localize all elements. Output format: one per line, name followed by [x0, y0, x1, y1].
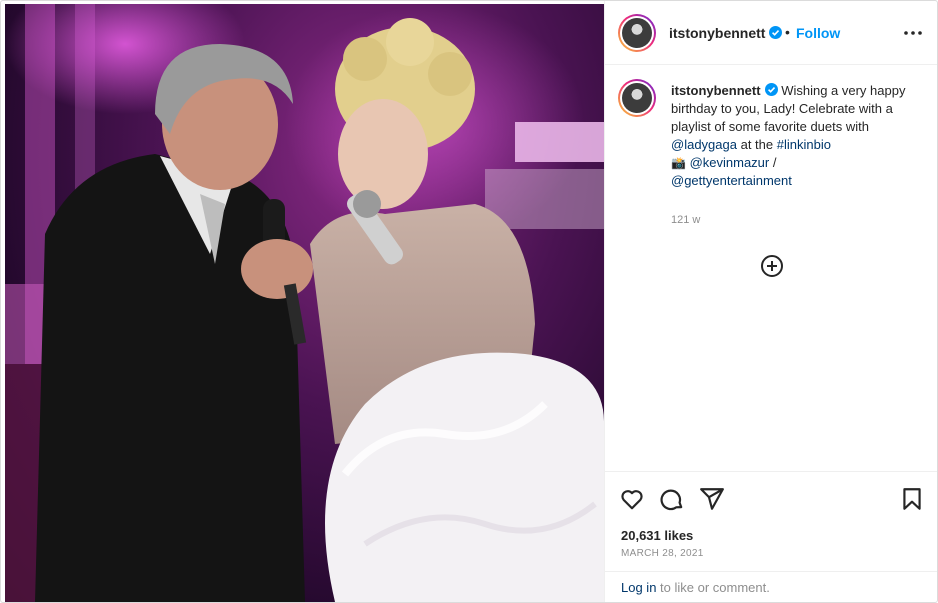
- caption-time-ago[interactable]: 121 w: [671, 214, 700, 226]
- likes-count[interactable]: 20,631 likes: [621, 528, 693, 543]
- login-prompt-text: to like or comment.: [660, 580, 770, 595]
- paper-plane-icon[interactable]: [699, 486, 725, 512]
- bookmark-icon[interactable]: [899, 486, 925, 512]
- more-dots-icon[interactable]: [901, 23, 925, 43]
- caption-text: itstonybennett Wishing a very happy birt…: [671, 82, 916, 190]
- avatar-inner: [620, 16, 654, 50]
- heart-icon[interactable]: [619, 486, 645, 512]
- header-username[interactable]: itstonybennett: [669, 25, 783, 41]
- header-separator: •: [785, 24, 790, 40]
- verified-badge-icon: [769, 26, 783, 39]
- mention-ladygaga[interactable]: @ladygaga: [671, 137, 737, 152]
- avatar[interactable]: [618, 14, 656, 52]
- plus-circle-icon[interactable]: [760, 254, 784, 278]
- hashtag-linkinbio[interactable]: #linkinbio: [777, 137, 831, 152]
- concert-photo-illustration: [5, 4, 604, 602]
- caption-text-part-2: at the: [740, 137, 774, 152]
- post-actions: 20,631 likes MARCH 28, 2021: [605, 471, 937, 571]
- caption-avatar[interactable]: [618, 79, 656, 117]
- caption-username[interactable]: itstonybennett: [671, 83, 761, 98]
- post-side-panel: itstonybennett • Follow itstonybennett W…: [604, 1, 937, 602]
- login-link[interactable]: Log in: [621, 580, 656, 595]
- header-username-text[interactable]: itstonybennett: [669, 25, 765, 41]
- follow-button[interactable]: Follow: [796, 25, 840, 41]
- post-date[interactable]: MARCH 28, 2021: [621, 548, 704, 559]
- mention-gettyentertainment[interactable]: @gettyentertainment: [671, 173, 792, 188]
- mention-kevinmazur[interactable]: @kevinmazur: [690, 155, 770, 170]
- post-photo[interactable]: [5, 4, 604, 602]
- caption-avatar-image: [622, 83, 652, 113]
- login-prompt: Log in to like or comment.: [605, 571, 937, 602]
- comment-bubble-icon[interactable]: [659, 486, 685, 512]
- avatar-image: [622, 18, 652, 48]
- caption-verified-badge-icon: [764, 83, 778, 96]
- camera-emoji-icon: 📸: [671, 156, 686, 170]
- caption-slash: /: [772, 155, 777, 170]
- caption-avatar-inner: [620, 81, 654, 115]
- post-header: itstonybennett • Follow: [605, 1, 937, 65]
- instagram-post: itstonybennett • Follow itstonybennett W…: [0, 0, 938, 603]
